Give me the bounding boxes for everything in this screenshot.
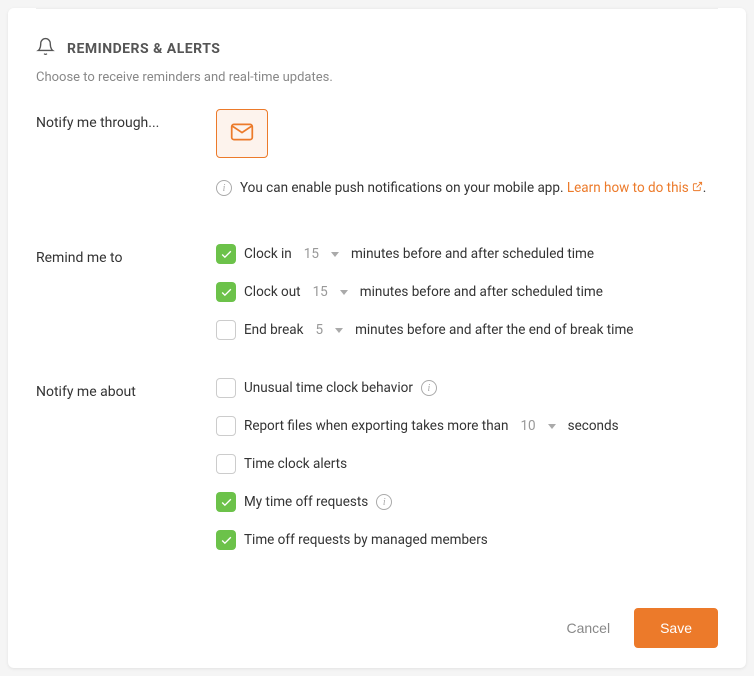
bell-icon bbox=[36, 37, 55, 60]
clock-in-minutes-select[interactable]: 15 bbox=[300, 246, 343, 262]
my-timeoff-label: My time off requests bbox=[244, 494, 368, 510]
label-remind-me: Remind me to bbox=[36, 244, 216, 266]
report-files-suffix: seconds bbox=[568, 418, 619, 434]
end-break-label: End break bbox=[244, 322, 303, 338]
push-info-line: i You can enable push notifications on y… bbox=[216, 180, 718, 196]
option-report-files: Report files when exporting takes more t… bbox=[216, 416, 718, 436]
section-heading: REMINDERS & ALERTS bbox=[36, 37, 718, 60]
external-link-icon bbox=[692, 180, 703, 196]
checkbox-timeclock-alerts[interactable] bbox=[216, 454, 236, 474]
button-row: Cancel Save bbox=[36, 608, 718, 648]
checkbox-end-break[interactable] bbox=[216, 320, 236, 340]
clock-in-suffix: minutes before and after scheduled time bbox=[351, 246, 594, 262]
clock-out-suffix: minutes before and after scheduled time bbox=[360, 284, 603, 300]
chevron-down-icon bbox=[340, 290, 348, 295]
checkbox-report-files[interactable] bbox=[216, 416, 236, 436]
mail-icon bbox=[229, 119, 255, 149]
divider bbox=[36, 8, 718, 9]
checkbox-clock-in[interactable] bbox=[216, 244, 236, 264]
label-notify-through: Notify me through... bbox=[36, 109, 216, 131]
checkbox-managed-timeoff[interactable] bbox=[216, 530, 236, 550]
cancel-button[interactable]: Cancel bbox=[566, 620, 610, 636]
row-notify-through: Notify me through... i You can enable pu… bbox=[36, 109, 718, 224]
chevron-down-icon bbox=[548, 424, 556, 429]
checkbox-my-timeoff[interactable] bbox=[216, 492, 236, 512]
option-clock-in: Clock in 15 minutes before and after sch… bbox=[216, 244, 718, 264]
option-timeclock-alerts: Time clock alerts bbox=[216, 454, 718, 474]
option-my-timeoff: My time off requests i bbox=[216, 492, 718, 512]
clock-out-label: Clock out bbox=[244, 284, 301, 300]
info-icon[interactable]: i bbox=[421, 380, 437, 396]
option-clock-out: Clock out 15 minutes before and after sc… bbox=[216, 282, 718, 302]
section-title: REMINDERS & ALERTS bbox=[67, 41, 220, 57]
clock-in-label: Clock in bbox=[244, 246, 292, 262]
info-icon[interactable]: i bbox=[376, 494, 392, 510]
chevron-down-icon bbox=[331, 252, 339, 257]
option-end-break: End break 5 minutes before and after the… bbox=[216, 320, 718, 340]
checkbox-unusual-behavior[interactable] bbox=[216, 378, 236, 398]
row-remind-me: Remind me to Clock in 15 minutes before … bbox=[36, 244, 718, 358]
email-channel-button[interactable] bbox=[216, 109, 268, 158]
option-unusual-behavior: Unusual time clock behavior i bbox=[216, 378, 718, 398]
section-subtitle: Choose to receive reminders and real-tim… bbox=[36, 70, 718, 85]
timeclock-alerts-label: Time clock alerts bbox=[244, 456, 347, 472]
end-break-suffix: minutes before and after the end of brea… bbox=[355, 322, 633, 338]
unusual-behavior-label: Unusual time clock behavior bbox=[244, 380, 413, 396]
push-info-text: You can enable push notifications on you… bbox=[240, 180, 564, 196]
report-seconds-select[interactable]: 10 bbox=[516, 418, 559, 434]
end-break-minutes-select[interactable]: 5 bbox=[311, 322, 347, 338]
option-managed-timeoff: Time off requests by managed members bbox=[216, 530, 718, 550]
managed-timeoff-label: Time off requests by managed members bbox=[244, 532, 488, 548]
settings-card: REMINDERS & ALERTS Choose to receive rem… bbox=[8, 8, 746, 668]
learn-link[interactable]: Learn how to do this bbox=[567, 180, 703, 196]
checkbox-clock-out[interactable] bbox=[216, 282, 236, 302]
report-files-prefix: Report files when exporting takes more t… bbox=[244, 418, 508, 434]
row-notify-about: Notify me about Unusual time clock behav… bbox=[36, 378, 718, 568]
save-button[interactable]: Save bbox=[634, 608, 718, 648]
clock-out-minutes-select[interactable]: 15 bbox=[309, 284, 352, 300]
label-notify-about: Notify me about bbox=[36, 378, 216, 400]
chevron-down-icon bbox=[335, 328, 343, 333]
info-icon[interactable]: i bbox=[216, 180, 232, 196]
